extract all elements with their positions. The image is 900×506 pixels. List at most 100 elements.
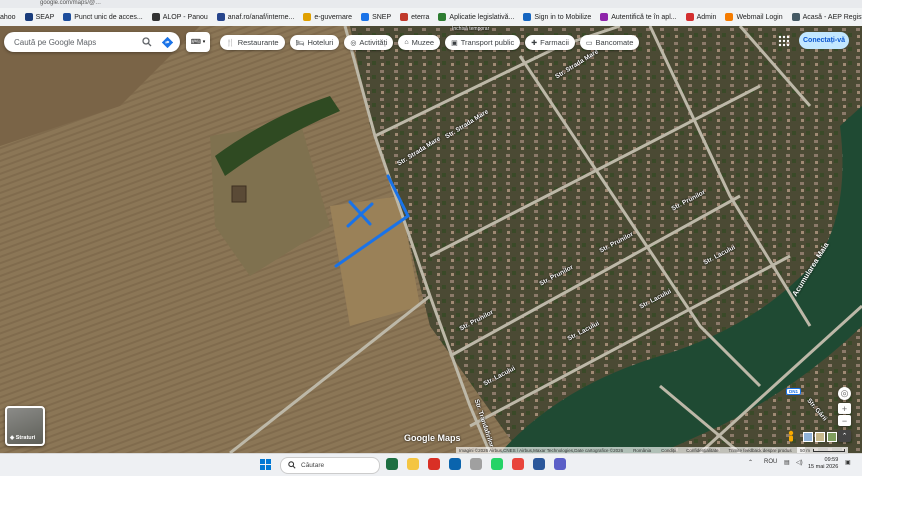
chevron-up-icon[interactable]: ⌃ bbox=[748, 459, 753, 466]
layers-label: ◈ Straturi bbox=[10, 435, 36, 441]
bookmark-label: anaf.ro/anaf/interne... bbox=[227, 13, 295, 21]
bookmark-label: e-guvernare bbox=[314, 13, 353, 21]
bookmark-item[interactable]: ALOP - Panou bbox=[151, 13, 208, 21]
network-icon[interactable]: ▤ bbox=[784, 459, 790, 466]
bookmark-favicon-icon bbox=[791, 13, 800, 21]
chrome-icon[interactable] bbox=[512, 458, 524, 470]
google-maps-logo: Google Maps bbox=[404, 433, 461, 443]
pharmacy-icon: ✚ bbox=[531, 39, 538, 47]
bookmark-favicon-icon bbox=[361, 13, 370, 21]
red-app-icon[interactable] bbox=[428, 458, 440, 470]
satellite-map[interactable]: Str. Strada Mare Str. Strada Mare Str. S… bbox=[0, 26, 862, 453]
bookmark-label: Sign in to Mobilize bbox=[534, 13, 592, 21]
bookmark-favicon-icon bbox=[400, 13, 409, 21]
chevron-down-icon: ▾ bbox=[202, 39, 206, 45]
bookmark-favicon-icon bbox=[600, 13, 609, 21]
chip-bancomate[interactable]: ▭ Bancomate bbox=[579, 35, 640, 50]
sign-in-button[interactable]: Conectați-vă bbox=[799, 32, 849, 49]
volume-icon[interactable]: ◁) bbox=[796, 459, 803, 466]
zoom-out-button[interactable]: − bbox=[838, 415, 851, 426]
chip-farmacii[interactable]: ✚ Farmacii bbox=[525, 35, 575, 50]
notification-icon[interactable]: ▣ bbox=[845, 459, 851, 466]
mini-layers[interactable] bbox=[803, 432, 839, 442]
excel-icon[interactable] bbox=[386, 458, 398, 470]
fork-knife-icon: 🍴 bbox=[226, 39, 235, 47]
bookmark-item[interactable]: ahoo bbox=[0, 14, 16, 21]
bookmark-label: Punct unic de acces... bbox=[74, 13, 143, 21]
taskbar-search[interactable]: Căutare bbox=[280, 457, 380, 474]
chip-activități[interactable]: ◎ Activități bbox=[344, 35, 394, 50]
bookmark-label: Admin bbox=[696, 13, 717, 21]
chip-label: Hoteluri bbox=[307, 38, 334, 47]
bookmark-item[interactable]: Admin bbox=[685, 13, 717, 21]
expand-button[interactable]: ⌃ bbox=[838, 430, 851, 442]
bookmark-item[interactable]: e-guvernare bbox=[303, 13, 352, 21]
chip-transport-public[interactable]: ▣ Transport public bbox=[445, 35, 521, 50]
pegman-icon[interactable] bbox=[786, 430, 796, 444]
bookmark-favicon-icon bbox=[24, 13, 33, 21]
layer-thumb[interactable] bbox=[827, 432, 837, 442]
museum-icon: ⌂ bbox=[404, 39, 409, 46]
chip-restaurante[interactable]: 🍴 Restaurante bbox=[220, 35, 285, 50]
address-bar[interactable]: google.com/maps/@… bbox=[0, 0, 862, 8]
outlook-icon[interactable] bbox=[449, 458, 461, 470]
file-explorer-icon[interactable] bbox=[407, 458, 419, 470]
bookmark-item[interactable]: Acasă - AEP Registr... bbox=[791, 13, 862, 21]
bookmark-item[interactable]: SNEP bbox=[361, 13, 391, 21]
language-indicator[interactable]: ROU bbox=[764, 459, 777, 465]
layer-thumb[interactable] bbox=[803, 432, 813, 442]
chevron-up-icon: ⌃ bbox=[841, 433, 848, 440]
layers-button[interactable]: ◈ Straturi bbox=[5, 406, 45, 446]
bookmark-item[interactable]: Sign in to Mobilize bbox=[523, 13, 591, 21]
chip-label: Restaurante bbox=[237, 38, 279, 47]
chip-label: Muzee bbox=[411, 38, 435, 47]
bookmark-label: SEAP bbox=[35, 13, 55, 21]
bookmark-item[interactable]: SEAP bbox=[24, 13, 55, 21]
crosshair-icon: ◎ bbox=[840, 388, 849, 398]
bookmark-item[interactable]: eterra bbox=[400, 13, 429, 21]
word-icon[interactable] bbox=[533, 458, 545, 470]
my-location-button[interactable]: ◎ bbox=[838, 387, 851, 400]
attribution-link[interactable]: Confidențialitate bbox=[686, 448, 718, 453]
search-icon[interactable] bbox=[140, 35, 154, 49]
bookmarks-bar: ahoo SEAP Punct unic de acces... ALOP - Pan… bbox=[0, 8, 862, 26]
teams-icon[interactable] bbox=[554, 458, 566, 470]
chip-label: Activități bbox=[359, 38, 388, 47]
directions-icon[interactable] bbox=[160, 35, 174, 49]
attribution-link[interactable]: Trimite feedback despre produs bbox=[728, 448, 791, 453]
bookmark-label: Autentifică te în apl... bbox=[611, 13, 677, 21]
chip-muzee[interactable]: ⌂ Muzee bbox=[398, 35, 441, 50]
bookmark-favicon-icon bbox=[151, 13, 160, 21]
chip-label: Farmacii bbox=[540, 38, 569, 47]
pen-app-icon[interactable] bbox=[470, 458, 482, 470]
whatsapp-icon[interactable] bbox=[491, 458, 503, 470]
windows-start-icon[interactable] bbox=[260, 459, 271, 470]
bookmark-item[interactable]: Webmail Login bbox=[725, 13, 783, 21]
bookmark-favicon-icon bbox=[63, 13, 72, 21]
chip-label: Transport public bbox=[460, 38, 515, 47]
bookmark-item[interactable]: Autentifică te în apl... bbox=[600, 13, 677, 21]
zoom-in-button[interactable]: + bbox=[838, 403, 851, 414]
attribution-text: Imagini ©2026 Airbus,CNES / Airbus,Maxar… bbox=[459, 447, 624, 453]
chip-hoteluri[interactable]: 🛏 Hoteluri bbox=[289, 35, 340, 50]
apps-grid-icon[interactable] bbox=[777, 34, 791, 48]
bookmark-item[interactable]: Aplicatie legislativă... bbox=[438, 13, 514, 21]
menu-toggle-button[interactable]: ⌨ ▾ bbox=[186, 32, 210, 52]
bookmark-label: ALOP - Panou bbox=[162, 13, 208, 21]
road-badge: DN1 bbox=[786, 388, 802, 395]
satellite-imagery bbox=[0, 26, 862, 453]
maps-search-box[interactable]: Caută pe Google Maps bbox=[4, 32, 180, 52]
bookmark-item[interactable]: Punct unic de acces... bbox=[63, 13, 143, 21]
bookmark-label: ahoo bbox=[0, 13, 16, 21]
bookmark-favicon-icon bbox=[685, 13, 694, 21]
closed-hint: Închisă temporar bbox=[452, 26, 490, 32]
clock[interactable]: 09:59 15 mai 2026 bbox=[808, 457, 838, 471]
ruin-marker bbox=[231, 185, 247, 203]
layer-thumb[interactable] bbox=[815, 432, 825, 442]
attribution-link[interactable]: Condiții bbox=[661, 448, 676, 453]
bookmark-favicon-icon bbox=[216, 13, 225, 21]
search-input[interactable]: Caută pe Google Maps bbox=[14, 38, 140, 47]
attribution-link[interactable]: România bbox=[633, 448, 651, 453]
bus-icon: ▣ bbox=[451, 39, 458, 47]
bookmark-item[interactable]: anaf.ro/anaf/interne... bbox=[216, 13, 295, 21]
